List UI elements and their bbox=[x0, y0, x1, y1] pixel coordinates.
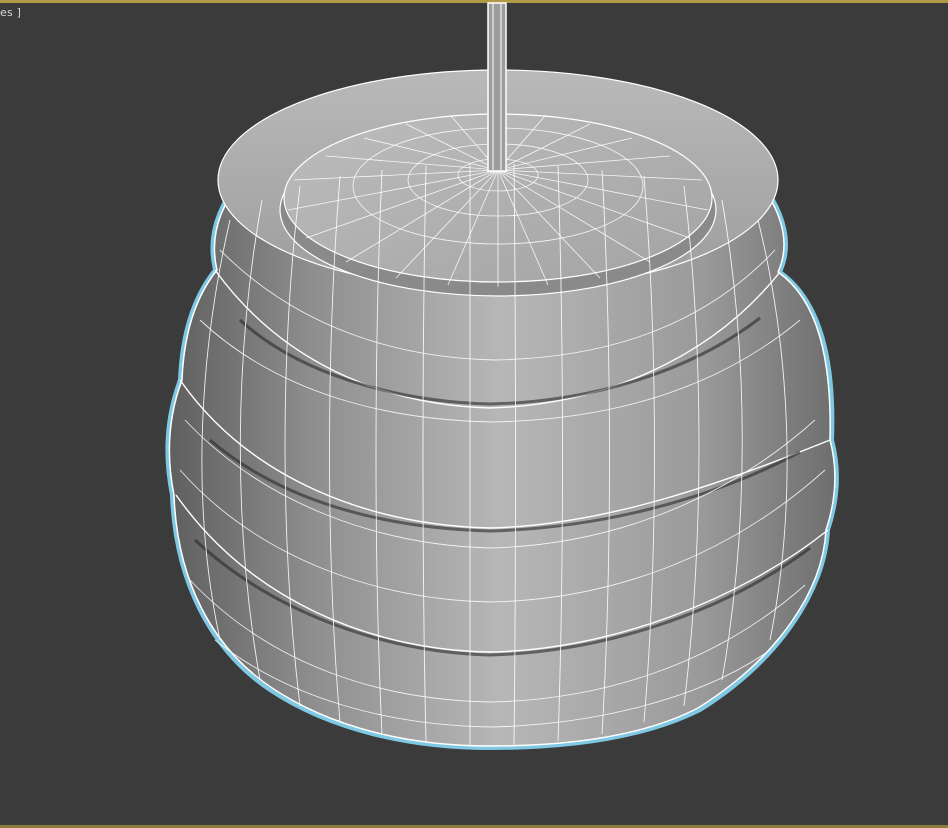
suspension-cord bbox=[487, 2, 507, 172]
3d-viewport[interactable]: es ] bbox=[0, 0, 948, 828]
scene-canvas[interactable] bbox=[0, 0, 948, 828]
